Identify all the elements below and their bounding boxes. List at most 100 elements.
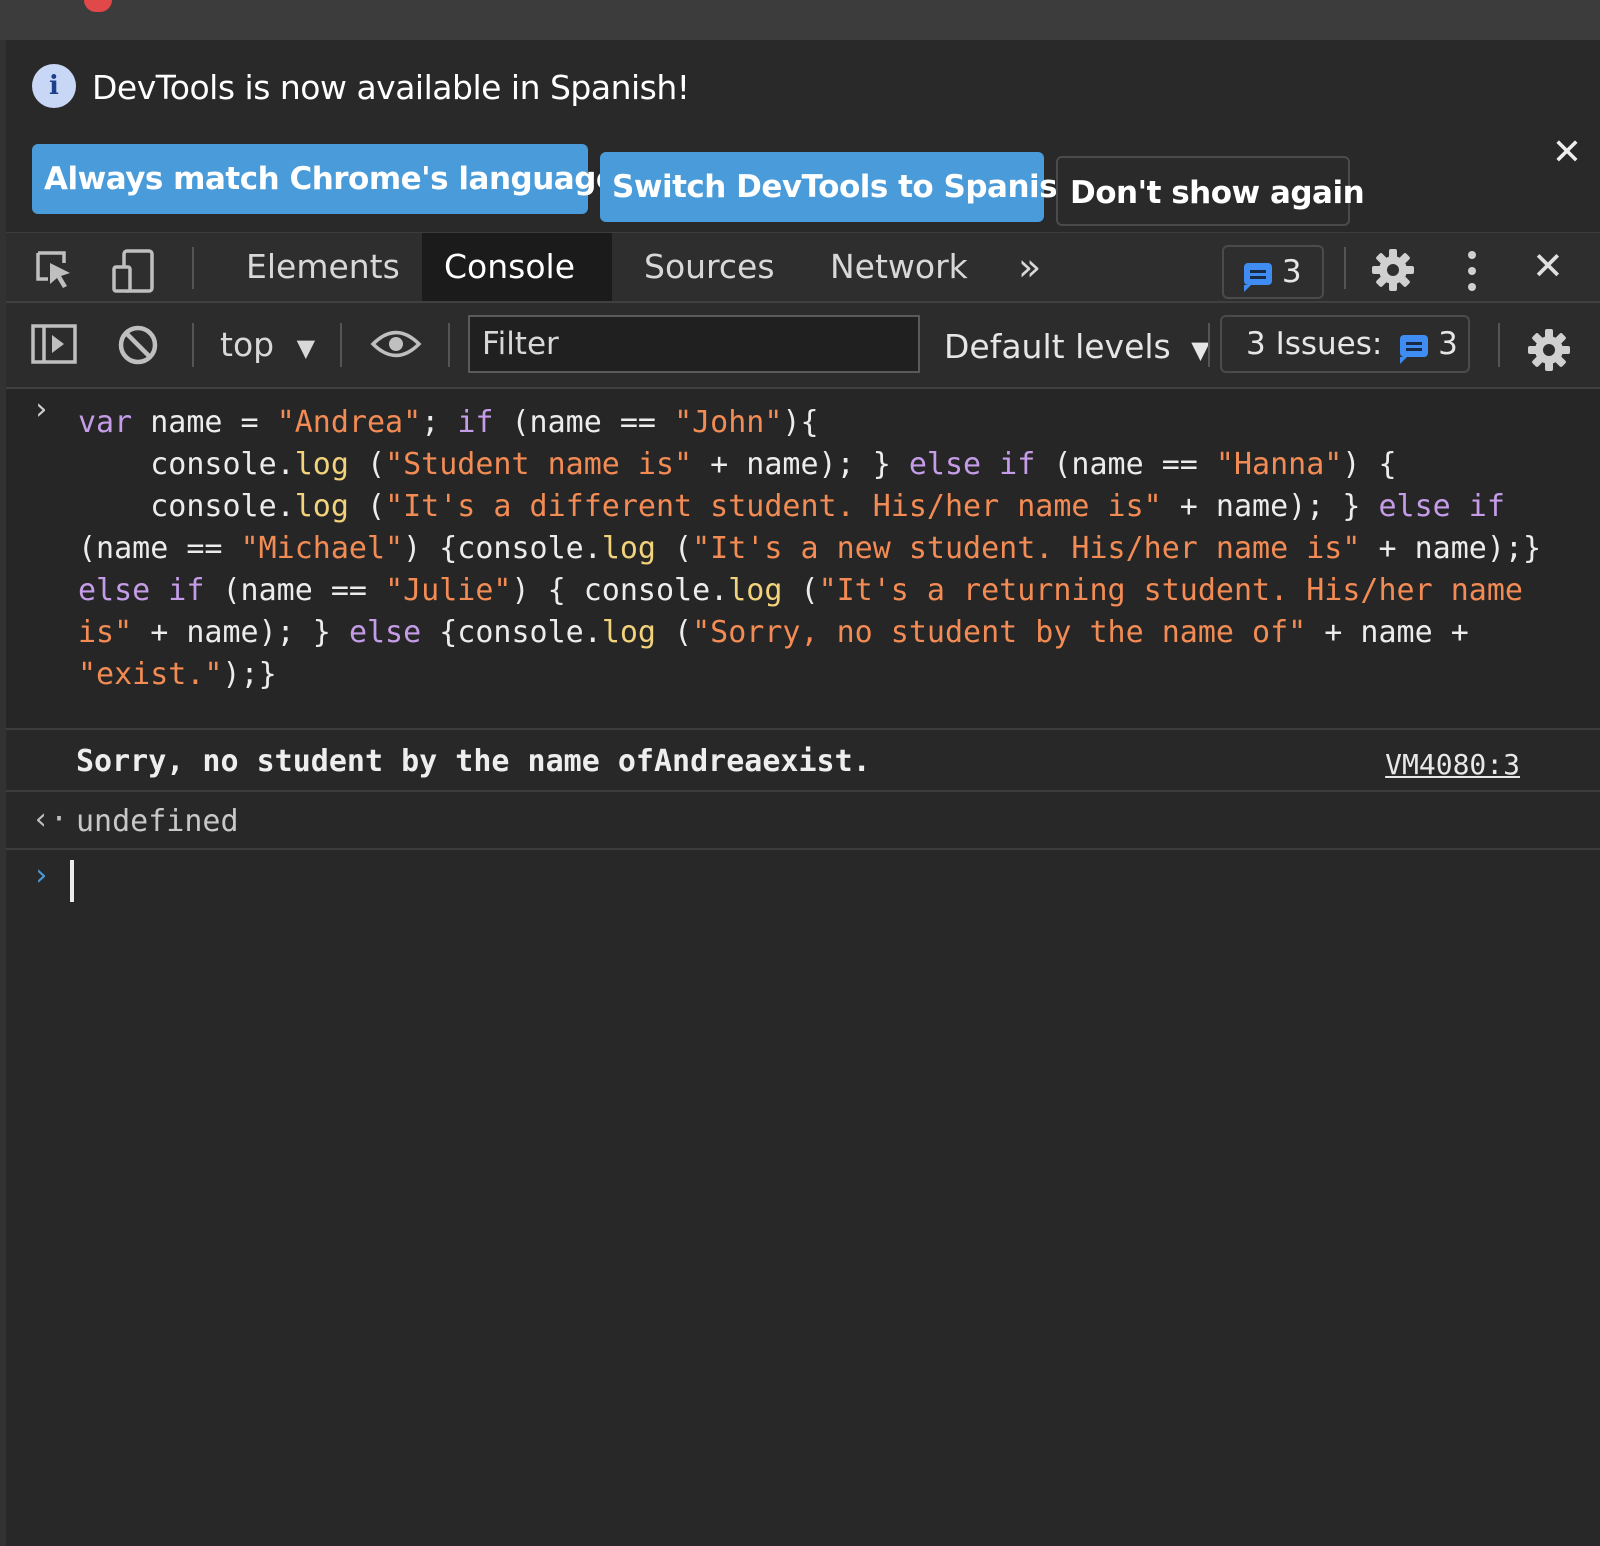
code-token-str: "Michael": [240, 531, 404, 566]
console-toolbar: top ▼ Default levels ▼ 3 Issues: 3: [6, 303, 1600, 389]
infobar-close-icon[interactable]: ✕: [1552, 132, 1582, 173]
dropdown-arrow-icon: ▼: [296, 334, 316, 362]
screen: i DevTools is now available in Spanish! …: [0, 0, 1600, 1546]
toolbar-separator: [1498, 323, 1500, 367]
code-token-kw: else if: [78, 573, 205, 608]
code-token-pl: (name ==: [493, 405, 675, 440]
dont-show-again-button[interactable]: Don't show again: [1056, 156, 1365, 226]
toolbar-separator: [1208, 323, 1210, 367]
language-infobar: i DevTools is now available in Spanish! …: [6, 40, 1600, 233]
console-output[interactable]: › var name = "Andrea"; if (name == "John…: [6, 390, 1600, 1546]
code-token-pl: ;: [421, 405, 458, 440]
code-token-str: "It's a new student. His/her name is": [692, 531, 1361, 566]
sidebar-toggle-icon[interactable]: [30, 323, 78, 371]
log-levels-label: Default levels: [944, 327, 1171, 366]
code-token-pl: (: [656, 615, 693, 650]
console-settings-gear-icon[interactable]: [1526, 327, 1572, 379]
code-token-pl: {console.: [421, 615, 602, 650]
code-token-kw: var: [78, 405, 133, 440]
always-match-language-button[interactable]: Always match Chrome's language: [32, 144, 617, 214]
code-token-fn: log: [294, 447, 349, 482]
code-token-pl: (: [656, 531, 693, 566]
device-toggle-icon[interactable]: [110, 247, 158, 301]
tab-sources[interactable]: Sources: [622, 233, 797, 301]
kebab-menu-icon[interactable]: [1462, 249, 1482, 299]
code-token-pl: + name +: [1306, 615, 1487, 650]
prompt-chevron-icon: ›: [32, 858, 51, 893]
app-logo: [84, 0, 112, 12]
code-block: var name = "Andrea"; if (name == "John")…: [78, 402, 1578, 696]
text-caret: [70, 860, 74, 902]
code-token-str: "It's a different student. His/her name …: [385, 489, 1162, 524]
log-source-link[interactable]: VM4080:3: [1385, 748, 1520, 781]
context-label: top: [220, 325, 275, 364]
devtools-main-toolbar: Elements Console Sources Network » 3 ✕: [6, 233, 1600, 303]
tab-console[interactable]: Console: [422, 233, 612, 301]
gear-icon[interactable]: [1370, 247, 1416, 299]
code-token-fn: log: [728, 573, 783, 608]
code-token-str: "Sorry, no student by the name of": [692, 615, 1307, 650]
infobar-message: DevTools is now available in Spanish!: [92, 68, 690, 107]
issues-icon: [1400, 334, 1429, 364]
code-token-pl: (name ==: [1035, 447, 1216, 482]
toolbar-separator: [1344, 247, 1346, 289]
close-devtools-icon[interactable]: ✕: [1532, 247, 1564, 285]
console-result-entry: ‹· undefined: [6, 794, 1600, 850]
code-token-pl: );}: [222, 657, 277, 692]
toolbar-separator: [340, 323, 342, 367]
code-token-fn: log: [601, 531, 656, 566]
tab-network[interactable]: Network: [808, 233, 990, 301]
messages-counter-button[interactable]: 3: [1222, 245, 1324, 299]
issues-label: 3 Issues:: [1246, 326, 1383, 362]
code-token-pl: ) { console.: [511, 573, 729, 608]
code-token-str: "Julie": [385, 573, 512, 608]
code-token-str: "John": [674, 405, 783, 440]
more-tabs-icon[interactable]: »: [996, 233, 1063, 301]
inspect-element-icon[interactable]: [34, 249, 76, 297]
code-token-str: "Andrea": [276, 405, 422, 440]
code-token-pl: + name); }: [132, 615, 349, 650]
browser-tab-strip: [0, 0, 1600, 40]
code-token-pl: (: [348, 489, 386, 524]
code-token-pl: ) {console.: [403, 531, 602, 566]
devtools-panel: i DevTools is now available in Spanish! …: [6, 40, 1600, 1546]
code-token-kw: else: [348, 615, 422, 650]
code-token-fn: log: [601, 615, 656, 650]
code-token-str: "exist.": [78, 657, 223, 692]
code-token-kw: if: [457, 405, 494, 440]
switch-to-spanish-button[interactable]: Switch DevTools to Spanish: [600, 152, 1079, 222]
code-token-pl: (name ==: [204, 573, 386, 608]
issues-count: 3: [1438, 326, 1458, 362]
dropdown-arrow-icon: ▼: [1191, 336, 1210, 364]
eye-icon[interactable]: [370, 327, 422, 367]
info-icon: i: [32, 64, 76, 108]
code-token-pl: + name);}: [1360, 531, 1560, 566]
console-prompt[interactable]: ›: [6, 852, 1600, 922]
issues-button[interactable]: 3 Issues: 3: [1220, 315, 1470, 373]
input-prompt-icon: ›: [32, 392, 51, 427]
code-token-str: "Hanna": [1215, 447, 1343, 482]
log-levels-dropdown[interactable]: Default levels ▼: [944, 327, 1210, 366]
code-token-fn: log: [294, 489, 349, 524]
toolbar-separator: [192, 247, 194, 289]
console-input-entry: › var name = "Andrea"; if (name == "John…: [6, 390, 1600, 730]
context-selector[interactable]: top ▼: [220, 325, 315, 364]
code-token-kw: else if: [908, 447, 1036, 482]
result-arrow-icon: ‹·: [32, 802, 69, 837]
code-token-pl: + name); }: [692, 447, 909, 482]
clear-console-icon[interactable]: [116, 323, 160, 373]
toolbar-separator: [448, 323, 450, 367]
code-token-str: "Student name is": [385, 447, 693, 482]
log-message: Sorry, no student by the name ofAndreaex…: [76, 744, 871, 779]
code-token-pl: name =: [132, 405, 277, 440]
toolbar-separator: [192, 323, 194, 367]
filter-input[interactable]: [468, 315, 920, 373]
messages-count: 3: [1281, 254, 1302, 290]
console-log-entry: Sorry, no student by the name ofAndreaex…: [6, 732, 1600, 792]
code-token-pl: + name); }: [1161, 489, 1379, 524]
code-token-pl: (: [782, 573, 819, 608]
result-value: undefined: [76, 804, 239, 839]
code-token-kw: else if: [1378, 489, 1505, 524]
tab-elements[interactable]: Elements: [224, 233, 422, 301]
messages-icon: [1244, 262, 1272, 292]
